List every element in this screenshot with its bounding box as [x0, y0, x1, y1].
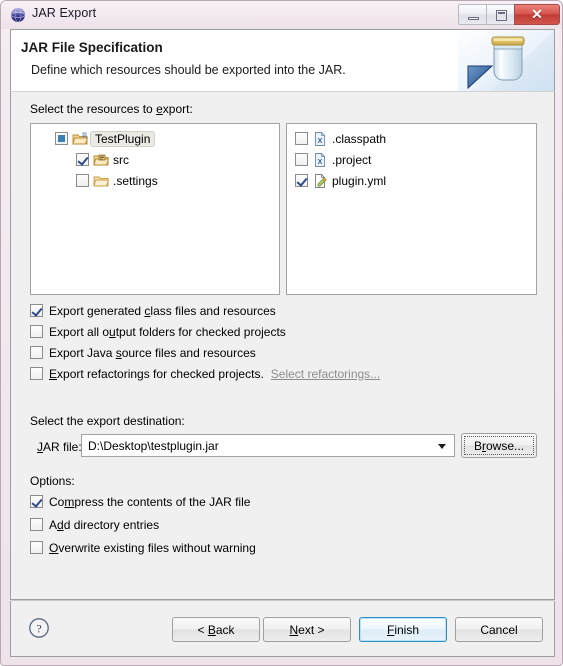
jar-file-value: D:\Desktop\testplugin.jar: [88, 438, 219, 453]
file-label-pluginyml: plugin.yml: [332, 173, 387, 188]
maximize-button[interactable]: [486, 4, 515, 25]
select-refactorings-link: Select refactorings...: [270, 366, 381, 381]
svg-text:?: ?: [36, 622, 41, 636]
back-button[interactable]: < Back: [172, 617, 260, 642]
jar-export-dialog: JAR Export ✕ JAR File Specification Defi…: [0, 0, 563, 666]
option-export-all-output-folders[interactable]: Export all output folders for checked pr…: [30, 323, 286, 340]
next-label: Next >: [289, 622, 325, 637]
option-overwrite-existing-files[interactable]: Overwrite existing files without warning: [30, 539, 256, 556]
checkbox-export-java-source-files[interactable]: [30, 346, 43, 359]
file-item-project[interactable]: X .project: [295, 150, 371, 169]
jar-file-combo[interactable]: D:\Desktop\testplugin.jar: [81, 434, 455, 457]
browse-label: Browse...: [473, 438, 525, 453]
file-checkbox-classpath[interactable]: [295, 132, 308, 145]
cancel-button[interactable]: Cancel: [455, 617, 543, 642]
checkbox-export-generated-class-files[interactable]: [30, 304, 43, 317]
resources-label-post: xport:: [162, 102, 193, 116]
checkbox-export-refactorings[interactable]: [30, 367, 43, 380]
tree-item-src[interactable]: src: [76, 150, 129, 169]
tree-label-settings: .settings: [113, 173, 158, 188]
option-label: Overwrite existing files without warning: [49, 540, 256, 555]
next-button[interactable]: Next >: [263, 617, 351, 642]
cancel-label: Cancel: [480, 622, 518, 637]
tree-item-testplugin[interactable]: TestPlugin: [55, 129, 156, 148]
file-checkbox-pluginyml[interactable]: [295, 174, 308, 187]
chevron-down-icon[interactable]: [438, 443, 446, 449]
option-add-directory-entries[interactable]: Add directory entries: [30, 516, 159, 533]
option-label: Export generated class files and resourc…: [49, 303, 276, 318]
resource-tree[interactable]: TestPlugin src .settings: [30, 123, 280, 295]
resources-label-pre: Select the resources to: [30, 102, 157, 116]
xml-file-icon: X: [312, 131, 328, 147]
folder-icon: [93, 173, 110, 189]
finish-button[interactable]: Finish: [359, 617, 447, 642]
page-title: JAR File Specification: [21, 40, 163, 55]
file-item-classpath[interactable]: X .classpath: [295, 129, 386, 148]
wizard-header: JAR File Specification Define which reso…: [10, 29, 555, 91]
yaml-file-icon: [312, 173, 328, 189]
option-label: Export refactorings for checked projects…: [49, 366, 264, 381]
window-controls: ✕: [458, 4, 560, 25]
file-checkbox-project[interactable]: [295, 153, 308, 166]
option-label: Add directory entries: [49, 517, 160, 532]
wizard-body: Select the resources to export: TestPlug…: [10, 91, 555, 600]
jar-file-label: JAR file:: [37, 440, 82, 454]
svg-text:X: X: [318, 138, 323, 145]
checkbox-compress-jar[interactable]: [30, 495, 43, 508]
checkbox-overwrite-existing-files[interactable]: [30, 541, 43, 554]
eclipse-globe-icon: [10, 7, 26, 23]
option-export-java-source-files[interactable]: Export Java source files and resources: [30, 344, 256, 361]
options-label: Options:: [30, 474, 75, 488]
file-label-classpath: .classpath: [332, 131, 387, 146]
tree-item-settings[interactable]: .settings: [76, 171, 158, 190]
tree-checkbox-settings[interactable]: [76, 174, 89, 187]
resource-file-list[interactable]: X .classpath X .project plugin.yml: [286, 123, 537, 295]
checkbox-export-all-output-folders[interactable]: [30, 325, 43, 338]
option-label: Compress the contents of the JAR file: [49, 494, 251, 509]
jar-illustration-icon: [458, 30, 554, 91]
option-compress-jar[interactable]: Compress the contents of the JAR file: [30, 493, 250, 510]
option-label: Export Java source files and resources: [49, 345, 256, 360]
xml-file-icon: X: [312, 152, 328, 168]
checkbox-add-directory-entries[interactable]: [30, 518, 43, 531]
destination-label: Select the export destination:: [30, 414, 185, 428]
help-icon[interactable]: ?: [28, 617, 50, 639]
browse-button[interactable]: Browse...: [461, 433, 537, 458]
option-export-generated-class-files[interactable]: Export generated class files and resourc…: [30, 302, 276, 319]
file-label-project: .project: [332, 152, 372, 167]
file-item-pluginyml[interactable]: plugin.yml: [295, 171, 386, 190]
minimize-icon: [468, 17, 479, 20]
resources-label: Select the resources to export:: [30, 102, 193, 116]
tree-label-src: src: [113, 152, 129, 167]
finish-label: Finish: [386, 622, 420, 637]
option-label: Export all output folders for checked pr…: [49, 324, 286, 339]
tree-checkbox-testplugin[interactable]: [55, 132, 68, 145]
title-bar[interactable]: JAR Export ✕: [1, 1, 562, 29]
minimize-button[interactable]: [458, 4, 487, 25]
svg-text:X: X: [318, 159, 323, 166]
resources-label-mnemonic: e: [156, 102, 163, 116]
tree-checkbox-src[interactable]: [76, 153, 89, 166]
close-icon: ✕: [531, 6, 543, 22]
back-label: < Back: [197, 622, 235, 637]
option-export-refactorings[interactable]: Export refactorings for checked projects…: [30, 365, 380, 382]
close-button[interactable]: ✕: [514, 4, 560, 25]
window-title: JAR Export: [32, 6, 97, 20]
maximize-icon: [496, 10, 507, 21]
source-folder-icon: [93, 152, 110, 168]
dialog-footer: ? < Back Next > Finish Cancel: [10, 601, 555, 657]
tree-label-testplugin: TestPlugin: [90, 130, 156, 147]
page-subtitle: Define which resources should be exporte…: [31, 63, 346, 77]
project-folder-icon: [72, 131, 89, 147]
